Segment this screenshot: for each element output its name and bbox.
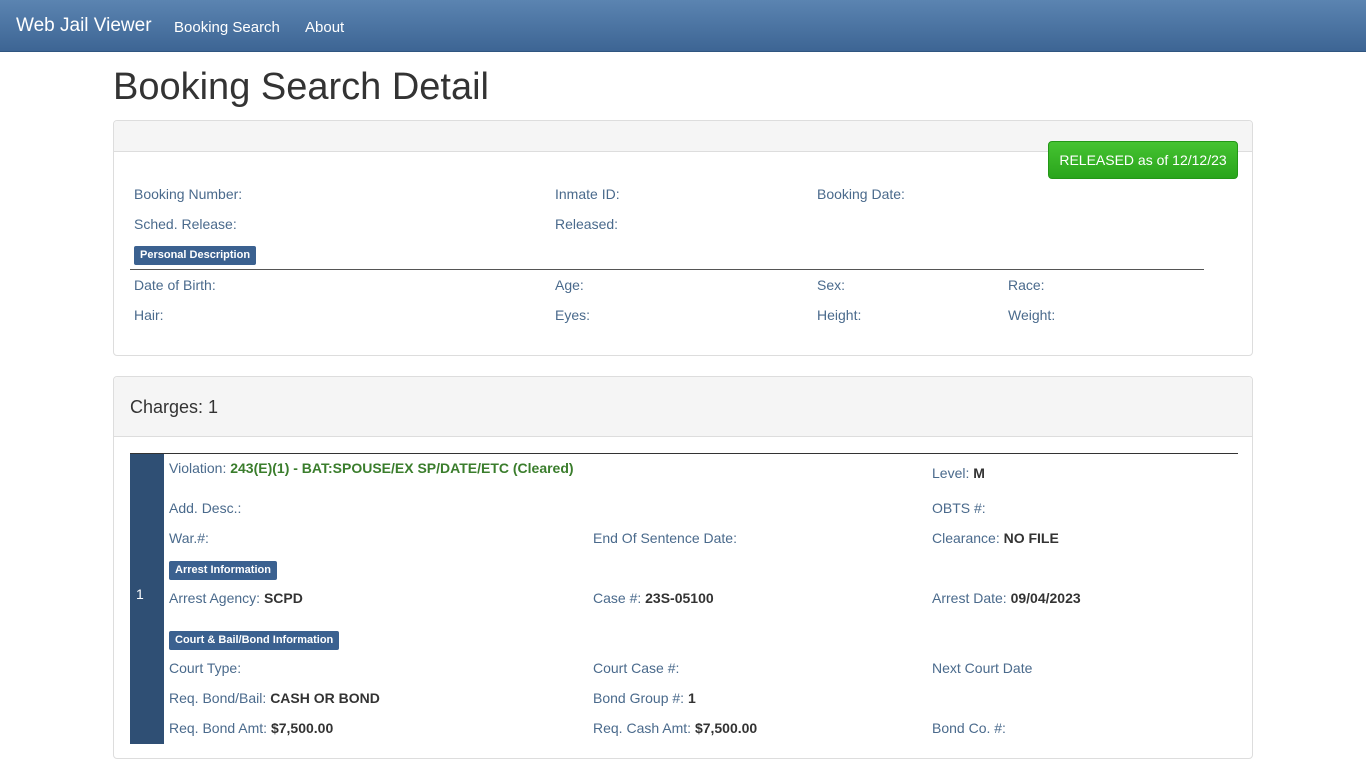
level-field: Level: M [932,465,985,481]
arrest-agency-field: Arrest Agency: SCPD [169,590,303,606]
next-court-date-label: Next Court Date [932,660,1033,676]
req-cash-amt-field: Req. Cash Amt: $7,500.00 [593,720,757,736]
clearance-field: Clearance: NO FILE [932,530,1059,546]
case-field: Case #: 23S-05100 [593,590,714,606]
court-case-label: Court Case #: [593,660,680,676]
bond-group-field: Bond Group #: 1 [593,690,696,706]
race-label: Race: [1008,277,1045,293]
nav-link-about[interactable]: About [305,19,344,36]
req-bond-bail-field: Req. Bond/Bail: CASH OR BOND [169,690,380,706]
bond-group-label: Bond Group #: [593,690,685,706]
arrest-date-field: Arrest Date: 09/04/2023 [932,590,1081,606]
add-desc-label: Add. Desc.: [169,500,242,516]
clearance-value: NO FILE [1003,530,1059,546]
charge-row: 1 Violation: 243(E)(1) - BAT:SPOUSE/EX S… [130,453,1238,744]
arrest-information-tag: Arrest Information [169,561,277,580]
req-bond-amt-field: Req. Bond Amt: $7,500.00 [169,720,333,736]
arrest-date-label: Arrest Date: [932,590,1007,606]
level-label: Level: [932,465,970,481]
weight-label: Weight: [1008,307,1056,323]
obts-label: OBTS #: [932,500,986,516]
inmate-id-label: Inmate ID: [555,186,620,202]
personal-description-tag: Personal Description [134,246,257,265]
court-bail-bond-tag: Court & Bail/Bond Information [169,631,340,650]
case-value: 23S-05100 [645,590,714,606]
section-divider [130,269,1204,270]
top-navbar: Web Jail Viewer Booking Search About [0,0,1366,52]
charge-index: 1 [136,586,144,602]
arrest-date-value: 09/04/2023 [1010,590,1081,606]
clearance-label: Clearance: [932,530,1000,546]
nav-link-booking-search[interactable]: Booking Search [174,19,280,36]
req-bond-bail-label: Req. Bond/Bail: [169,690,267,706]
page-title: Booking Search Detail [113,66,489,108]
dob-label: Date of Birth: [134,277,216,293]
req-bond-amt-value: $7,500.00 [270,720,334,736]
bond-co-label: Bond Co. #: [932,720,1006,736]
released-label: Released: [555,216,619,232]
booking-number-label: Booking Number: [134,186,243,202]
height-label: Height: [817,307,862,323]
brand-link[interactable]: Web Jail Viewer [16,15,152,37]
booking-date-label: Booking Date: [817,186,905,202]
age-label: Age: [555,277,584,293]
case-label: Case #: [593,590,642,606]
eyes-label: Eyes: [555,307,591,323]
sched-release-label: Sched. Release: [134,216,237,232]
charges-panel: Charges: 1 1 Violation: 243(E)(1) - BAT:… [113,376,1253,759]
charges-title: Charges: 1 [130,397,219,417]
court-type-label: Court Type: [169,660,242,676]
arrest-agency-value: SCPD [263,590,303,606]
violation-label: Violation: [169,460,227,476]
req-cash-amt-label: Req. Cash Amt: [593,720,692,736]
violation-field: Violation: 243(E)(1) - BAT:SPOUSE/EX SP/… [169,460,574,476]
sex-label: Sex: [817,277,846,293]
warrant-label: War.#: [169,530,209,546]
arrest-agency-label: Arrest Agency: [169,590,261,606]
req-cash-amt-value: $7,500.00 [694,720,758,736]
hair-label: Hair: [134,307,164,323]
bond-group-value: 1 [687,690,696,706]
booking-panel: RELEASED as of 12/12/23 Booking Number: … [113,120,1253,356]
req-bond-bail-value: CASH OR BOND [270,690,380,706]
charges-panel-heading: Charges: 1 [114,377,1252,437]
violation-value: 243(E)(1) - BAT:SPOUSE/EX SP/DATE/ETC (C… [230,460,574,476]
status-badge: RELEASED as of 12/12/23 [1048,141,1238,179]
charge-index-cell: 1 [130,454,164,744]
end-sentence-label: End Of Sentence Date: [593,530,737,546]
req-bond-amt-label: Req. Bond Amt: [169,720,268,736]
level-value: M [973,465,985,481]
